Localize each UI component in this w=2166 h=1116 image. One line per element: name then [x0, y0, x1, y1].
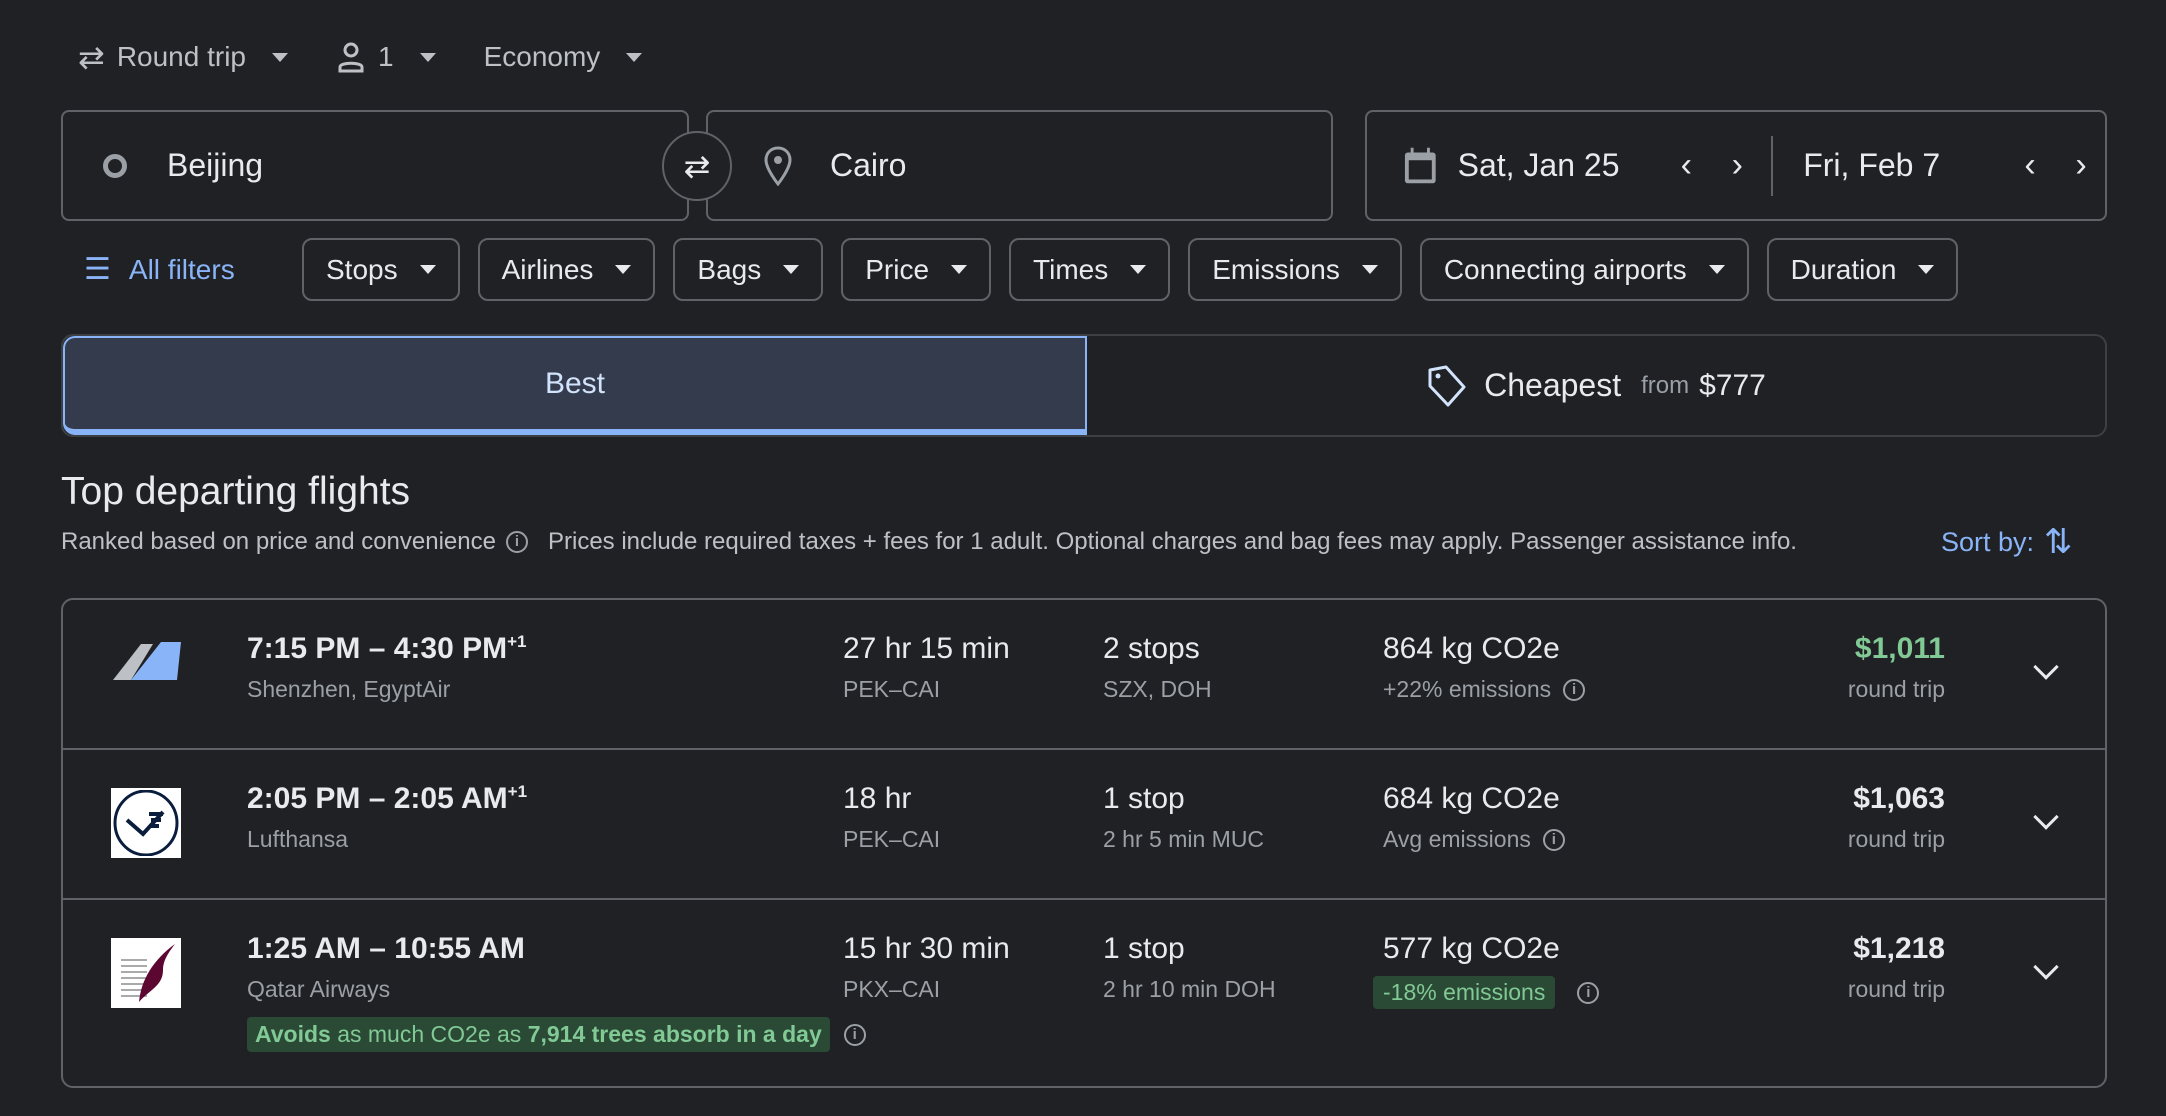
- filter-times[interactable]: Times: [1009, 238, 1171, 301]
- qatar-logo: [111, 938, 181, 1008]
- all-filters-button[interactable]: ☰ All filters: [84, 238, 235, 301]
- emissions-savings-badge: Avoids as much CO2e as 7,914 trees absor…: [247, 1017, 866, 1052]
- return-date[interactable]: Fri, Feb 7: [1803, 147, 2003, 184]
- caret-down-icon: [419, 265, 436, 274]
- info-icon[interactable]: i: [505, 531, 528, 553]
- filter-stops[interactable]: Stops: [302, 238, 460, 301]
- caret-down-icon: [951, 265, 968, 274]
- caret-down-icon: [1918, 265, 1935, 274]
- circle-icon: [103, 153, 127, 178]
- sort-button[interactable]: Sort by: ⇅: [1941, 522, 2073, 562]
- passengers-select[interactable]: 1: [336, 37, 436, 77]
- filter-connecting-airports[interactable]: Connecting airports: [1419, 238, 1749, 301]
- next-date-icon[interactable]: ›: [1713, 146, 1761, 185]
- price-tag-icon: [1428, 365, 1466, 406]
- depart-date[interactable]: Sat, Jan 25: [1458, 147, 1660, 184]
- flight-row[interactable]: 2:05 PM – 2:05 AM+1 Lufthansa 18 hr PEK–C…: [63, 750, 2105, 900]
- expand-chevron-icon[interactable]: [2033, 804, 2059, 830]
- filter-airlines[interactable]: Airlines: [477, 238, 656, 301]
- caret-down-icon: [783, 265, 800, 274]
- lufthansa-logo: [111, 788, 181, 858]
- filter-price[interactable]: Price: [841, 238, 992, 301]
- tab-best[interactable]: Best: [63, 336, 1087, 435]
- tab-cheapest[interactable]: Cheapest from $777: [1087, 336, 2105, 435]
- sliders-icon: ☰: [84, 253, 111, 286]
- tail-icon: [111, 638, 181, 687]
- destination-input[interactable]: Cairo: [706, 110, 1333, 221]
- date-range-input[interactable]: Sat, Jan 25 ‹ › Fri, Feb 7 ‹ ›: [1365, 110, 2107, 221]
- filter-emissions[interactable]: Emissions: [1188, 238, 1402, 301]
- passenger-assistance-link[interactable]: Passenger assistance: [1510, 528, 1745, 556]
- caret-down-icon: [626, 52, 643, 62]
- person-icon: [338, 42, 364, 73]
- caret-down-icon: [272, 52, 288, 62]
- info-icon[interactable]: i: [1542, 828, 1565, 851]
- cabin-select[interactable]: Economy: [484, 37, 643, 77]
- flight-row[interactable]: 7:15 PM – 4:30 PM+1 Shenzhen, EgyptAir 2…: [63, 600, 2105, 750]
- filter-bags[interactable]: Bags: [673, 238, 824, 301]
- sort-arrows-icon: ⇅: [2044, 523, 2073, 561]
- caret-down-icon: [1708, 265, 1725, 274]
- swap-button[interactable]: ⇄: [662, 131, 732, 201]
- expand-chevron-icon[interactable]: [2033, 954, 2059, 980]
- trip-type-select[interactable]: ⇄ Round trip: [78, 37, 288, 77]
- location-pin-icon: [764, 145, 792, 186]
- expand-chevron-icon[interactable]: [2033, 654, 2059, 680]
- flight-row[interactable]: 1:25 AM – 10:55 AM Qatar Airways Avoids …: [63, 900, 2105, 1088]
- origin-input[interactable]: Beijing: [61, 110, 689, 221]
- caret-down-icon: [419, 52, 436, 62]
- calendar-icon: [1404, 147, 1436, 183]
- bag-fees-link[interactable]: bag fees: [1290, 528, 1382, 556]
- info-icon[interactable]: i: [843, 1023, 866, 1046]
- swap-icon: ⇄: [683, 148, 711, 184]
- flight-list: 7:15 PM – 4:30 PM+1 Shenzhen, EgyptAir 2…: [61, 598, 2107, 1088]
- info-icon[interactable]: i: [1563, 678, 1586, 701]
- prev-date-icon[interactable]: ‹: [2003, 146, 2057, 185]
- caret-down-icon: [1130, 265, 1147, 274]
- filter-duration[interactable]: Duration: [1766, 238, 1959, 301]
- swap-arrows-icon: ⇄: [78, 39, 105, 75]
- date-divider: [1771, 135, 1774, 196]
- prev-date-icon[interactable]: ‹: [1659, 146, 1713, 185]
- info-icon[interactable]: i: [1577, 981, 1600, 1004]
- caret-down-icon: [1361, 265, 1378, 274]
- section-title: Top departing flights: [61, 470, 411, 513]
- caret-down-icon: [615, 265, 632, 274]
- next-date-icon[interactable]: ›: [2057, 146, 2105, 185]
